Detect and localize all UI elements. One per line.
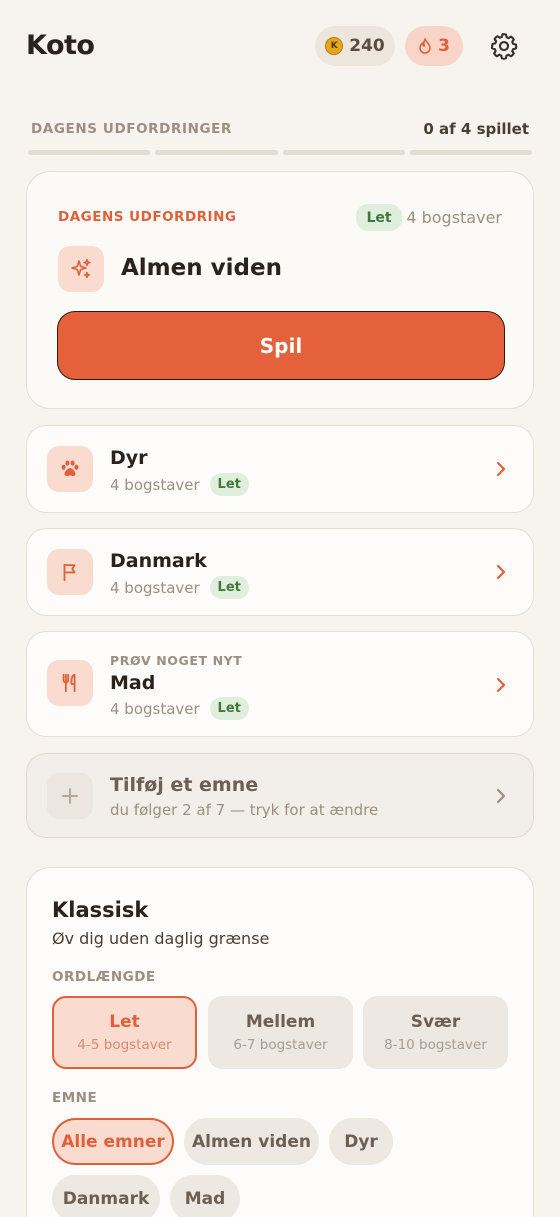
level-name: Let	[109, 1012, 140, 1032]
app-logo: Koto	[26, 30, 95, 61]
streak-count: 3	[438, 36, 450, 56]
topic-meta: 4 bogstaver Let	[110, 576, 249, 599]
topic-card-mad[interactable]: PRØV NOGET NYT Mad 4 bogstaver Let	[26, 631, 534, 737]
chip-mad[interactable]: Mad	[170, 1175, 240, 1217]
topic-name: Danmark	[110, 550, 207, 572]
level-name: Mellem	[245, 1012, 316, 1032]
try-something-new-label: PRØV NOGET NYT	[110, 653, 243, 668]
word-length-label: ORDLÆNGDE	[52, 969, 156, 985]
chevron-right-icon	[496, 677, 506, 693]
topic-card-danmark[interactable]: Danmark 4 bogstaver Let	[26, 528, 534, 616]
progress-segment	[282, 150, 405, 155]
topic-meta: 4 bogstaver Let	[110, 697, 249, 720]
level-option-svaer[interactable]: Svær 8-10 bogstaver	[363, 996, 508, 1069]
gear-icon[interactable]	[489, 31, 519, 61]
difficulty-badge: Let	[209, 473, 249, 496]
chevron-right-icon	[496, 461, 506, 477]
topic-filter-label: EMNE	[52, 1090, 98, 1106]
chevron-right-icon	[496, 564, 506, 580]
chip-almen-viden[interactable]: Almen viden	[184, 1118, 319, 1165]
topic-icon-tile	[47, 446, 93, 492]
streak-badge[interactable]: 3	[405, 26, 463, 66]
word-length-selector: Let 4-5 bogstaver Mellem 6-7 bogstaver S…	[52, 996, 509, 1069]
difficulty-badge: Let	[209, 697, 249, 720]
letter-count: 4 bogstaver	[406, 208, 502, 227]
progress-segment	[155, 150, 278, 155]
classic-title: Klassisk	[52, 898, 149, 922]
topic-name: Mad	[110, 672, 156, 694]
paw-icon	[61, 460, 79, 477]
difficulty-badge: Let	[356, 204, 402, 231]
progress-segment	[28, 150, 151, 155]
challenges-played-count: 0 af 4 spillet	[423, 120, 529, 138]
add-topic-card[interactable]: Tilføj et emne du følger 2 af 7 — tryk f…	[26, 753, 534, 838]
letter-count: 4 bogstaver	[110, 699, 200, 718]
letter-count: 4 bogstaver	[110, 578, 200, 597]
chip-dyr[interactable]: Dyr	[329, 1118, 393, 1165]
level-range: 8-10 bogstaver	[384, 1037, 487, 1053]
daily-challenge-label: DAGENS UDFORDRING	[58, 209, 237, 225]
coin-balance[interactable]: K 240	[315, 26, 395, 66]
add-topic-title: Tilføj et emne	[110, 774, 259, 796]
utensils-icon	[62, 673, 76, 693]
coin-icon: K	[325, 37, 344, 55]
daily-challenge-card: DAGENS UDFORDRING Let 4 bogstaver Almen …	[26, 171, 534, 409]
sparkles-icon	[71, 258, 91, 279]
plus-icon	[62, 788, 78, 804]
add-topic-subtitle: du følger 2 af 7 — tryk for at ændre	[110, 801, 379, 819]
level-name: Svær	[410, 1012, 461, 1032]
level-range: 6-7 bogstaver	[233, 1037, 328, 1053]
chevron-right-icon	[496, 788, 506, 804]
level-option-let[interactable]: Let 4-5 bogstaver	[52, 996, 197, 1069]
topic-icon-tile	[47, 660, 93, 706]
difficulty-badge: Let	[209, 576, 249, 599]
daily-challenges-heading: DAGENS UDFORDRINGER	[31, 121, 232, 137]
topic-card-dyr[interactable]: Dyr 4 bogstaver Let	[26, 425, 534, 513]
classic-subtitle: Øv dig uden daglig grænse	[52, 929, 270, 948]
topic-name: Dyr	[110, 447, 148, 469]
chip-danmark[interactable]: Danmark	[52, 1175, 160, 1217]
flame-icon	[419, 38, 431, 54]
progress-segment	[409, 150, 532, 155]
letter-count: 4 bogstaver	[110, 475, 200, 494]
topic-meta: 4 bogstaver Let	[110, 473, 249, 496]
level-range: 4-5 bogstaver	[77, 1037, 172, 1053]
home-screen: Koto K 240 3 DAGENS UDFORDRINGER 0 af 4 …	[0, 0, 560, 1217]
topic-icon-tile	[47, 773, 93, 819]
daily-topic-title: Almen viden	[121, 255, 282, 281]
challenge-progress-bar	[28, 150, 532, 155]
topic-icon-tile	[47, 549, 93, 595]
topic-icon-tile	[58, 246, 104, 292]
level-option-mellem[interactable]: Mellem 6-7 bogstaver	[208, 996, 353, 1069]
top-bar: Koto K 240 3	[0, 0, 560, 92]
classic-mode-card: Klassisk Øv dig uden daglig grænse ORDLÆ…	[26, 867, 534, 1217]
play-button[interactable]: Spil	[57, 311, 505, 380]
flag-icon	[63, 563, 76, 582]
coin-count: 240	[349, 36, 385, 56]
chip-all-topics[interactable]: Alle emner	[52, 1118, 174, 1165]
